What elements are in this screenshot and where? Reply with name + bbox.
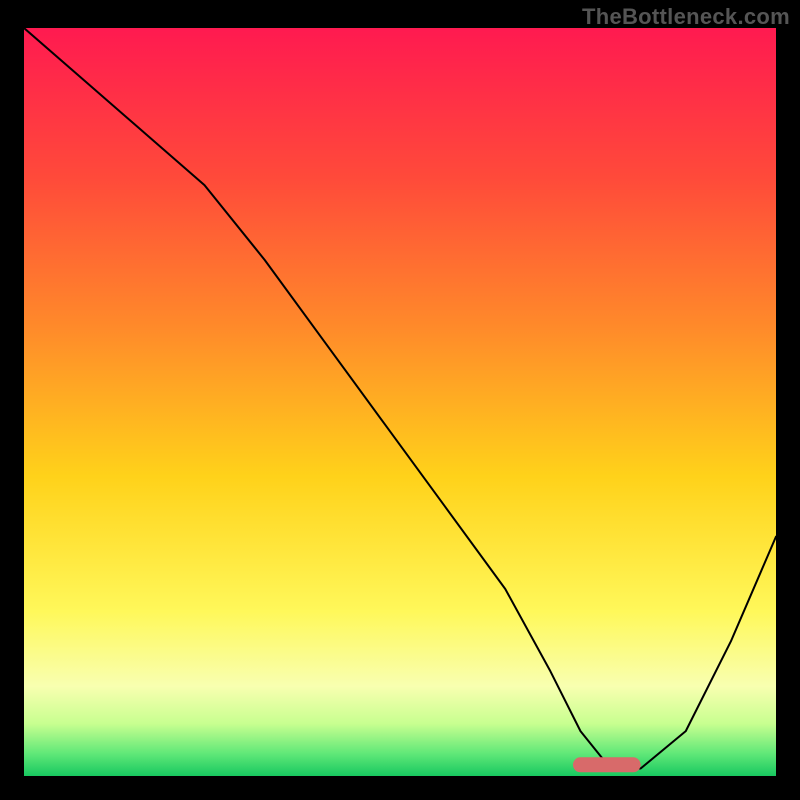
marker-pill — [573, 757, 641, 772]
background-rect — [24, 28, 776, 776]
chart-container: TheBottleneck.com — [0, 0, 800, 800]
chart-svg — [24, 28, 776, 776]
watermark-text: TheBottleneck.com — [582, 4, 790, 30]
plot-area — [24, 28, 776, 776]
